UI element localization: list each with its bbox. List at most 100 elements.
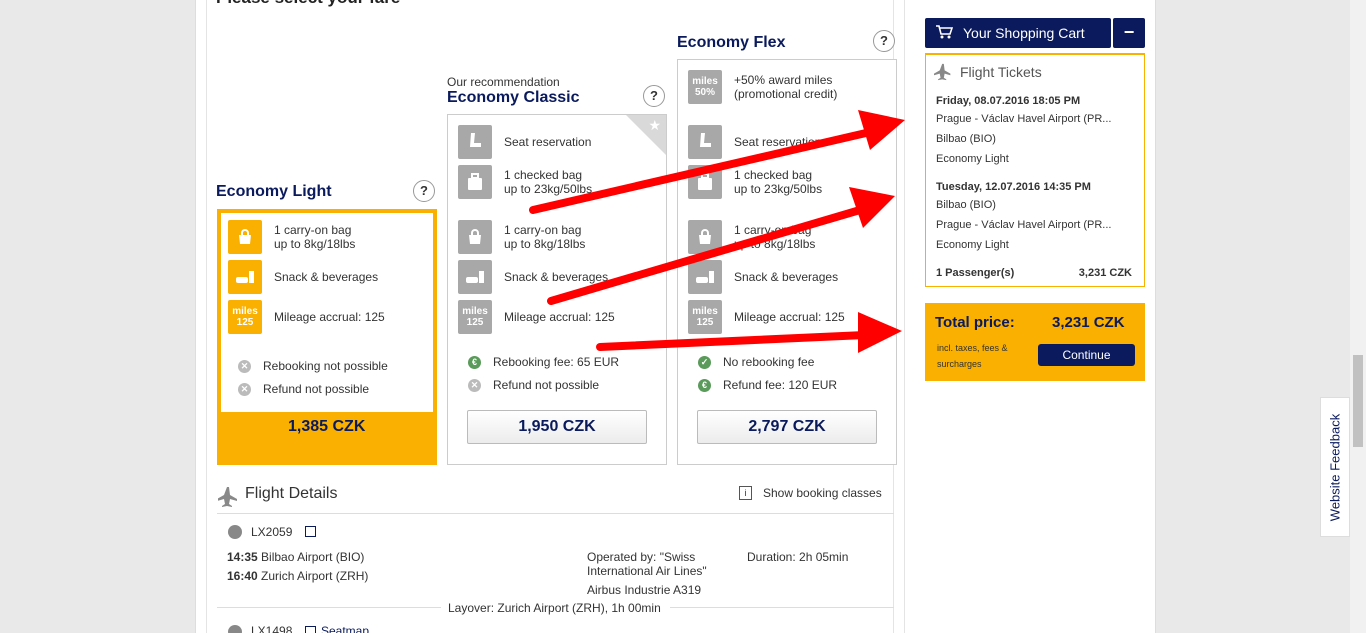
flight-number: LX2059 <box>251 525 293 539</box>
feature-snack: Snack & beverages <box>688 260 838 294</box>
feature-award-miles: miles 50% +50% award miles (promotional … <box>688 70 837 104</box>
feature-label: Mileage accrual: 125 <box>274 310 385 324</box>
website-feedback-tab[interactable]: Website Feedback <box>1320 397 1350 537</box>
recommendation-label: Our recommendation <box>447 75 560 89</box>
shopping-cart-header[interactable]: Your Shopping Cart <box>925 18 1111 48</box>
inbound-from: Bilbao (BIO) <box>936 199 996 211</box>
seat-icon <box>688 125 722 159</box>
fare-card-economy-flex[interactable]: miles 50% +50% award miles (promotional … <box>677 59 897 465</box>
seatmap-icon <box>305 526 316 537</box>
select-fare-button[interactable]: 2,797 CZK <box>697 410 877 444</box>
condition-rebooking: € Rebooking fee: 65 EUR <box>468 355 619 369</box>
arrival-time: 16:40 <box>227 569 258 583</box>
seatmap-link[interactable]: Seatmap <box>321 624 369 633</box>
info-icon: i <box>739 486 752 500</box>
bag-icon <box>688 220 722 254</box>
suitcase-icon <box>458 165 492 199</box>
miles-badge-icon: miles 125 <box>228 300 262 334</box>
feature-label: 1 checked bag up to 23kg/50lbs <box>504 168 593 196</box>
layover-info: Layover: Zurich Airport (ZRH), 1h 00min <box>448 601 661 615</box>
miles-badge-icon: miles 125 <box>458 300 492 334</box>
condition-rebooking: ✕ Rebooking not possible <box>238 359 388 373</box>
divider <box>670 607 894 608</box>
continue-button[interactable]: Continue <box>1038 344 1135 366</box>
feature-label: 1 checked bag up to 23kg/50lbs <box>734 168 823 196</box>
inbound-date: Tuesday, 12.07.2016 14:35 PM <box>936 181 1091 193</box>
cart-icon <box>935 24 954 43</box>
select-fare-button[interactable]: 1,950 CZK <box>467 410 647 444</box>
condition-rebooking: ✓ No rebooking fee <box>698 355 814 369</box>
feature-label: Seat reservation <box>504 135 592 149</box>
outbound-to: Bilbao (BIO) <box>936 133 996 145</box>
suitcase-icon <box>688 165 722 199</box>
condition-label: Refund not possible <box>493 378 600 392</box>
euro-icon: € <box>698 378 711 392</box>
fare-card-economy-classic[interactable]: ★ Seat reservation 1 checked bag up to 2… <box>447 114 667 465</box>
flight-tickets-title: Flight Tickets <box>960 64 1042 80</box>
bag-icon <box>458 220 492 254</box>
feature-label: Mileage accrual: 125 <box>734 310 845 324</box>
feature-label: 1 carry-on bag up to 8kg/18lbs <box>274 223 356 251</box>
sidebar-divider <box>904 0 905 633</box>
condition-refund: € Refund fee: 120 EUR <box>698 378 837 392</box>
feature-label: Mileage accrual: 125 <box>504 310 615 324</box>
fare-price[interactable]: 1,385 CZK <box>288 418 365 436</box>
help-icon[interactable]: ? <box>643 85 665 107</box>
star-icon: ★ <box>648 117 661 133</box>
feature-label: Snack & beverages <box>504 270 609 284</box>
condition-label: Rebooking not possible <box>263 359 388 373</box>
outbound-fare: Economy Light <box>936 153 1009 165</box>
operated-by: Operated by: "Swiss International Air Li… <box>587 550 707 578</box>
bag-icon <box>228 220 262 254</box>
fare-title-economy-light: Economy Light <box>216 183 332 200</box>
feature-label: Snack & beverages <box>274 270 379 284</box>
cross-icon: ✕ <box>238 359 251 373</box>
outbound-date: Friday, 08.07.2016 18:05 PM <box>936 95 1081 107</box>
euro-icon: € <box>468 355 481 369</box>
aircraft-type: Airbus Industrie A319 <box>587 583 702 597</box>
plane-circle-icon <box>228 525 242 539</box>
divider <box>217 607 441 608</box>
seat-icon <box>458 125 492 159</box>
feature-snack: Snack & beverages <box>458 260 608 294</box>
help-icon[interactable]: ? <box>873 30 895 52</box>
shopping-cart-title: Your Shopping Cart <box>963 25 1085 41</box>
miles-badge-icon: miles 50% <box>688 70 722 104</box>
collapse-cart-button[interactable]: − <box>1113 18 1145 48</box>
page-scrollbar[interactable] <box>1350 0 1366 633</box>
miles-badge-label: miles 125 <box>232 306 258 328</box>
cross-icon: ✕ <box>238 382 251 396</box>
fare-title-economy-flex: Economy Flex <box>677 34 786 51</box>
total-price-label: Total price: <box>935 314 1015 331</box>
departure-airport: Bilbao Airport (BIO) <box>261 550 365 564</box>
condition-label: No rebooking fee <box>723 355 815 369</box>
scrollbar-thumb[interactable] <box>1353 355 1363 447</box>
feature-label: Seat reservation <box>734 135 822 149</box>
arrival-airport: Zurich Airport (ZRH) <box>261 569 369 583</box>
feature-miles: miles 125 Mileage accrual: 125 <box>228 300 385 334</box>
snack-icon <box>228 260 262 294</box>
help-icon[interactable]: ? <box>413 180 435 202</box>
cross-icon: ✕ <box>468 378 481 392</box>
page-title: Please select your fare <box>216 0 400 8</box>
feature-checked-bag: 1 checked bag up to 23kg/50lbs <box>458 165 592 199</box>
fare-card-economy-light[interactable]: 1 carry-on bag up to 8kg/18lbs Snack & b… <box>217 209 437 465</box>
seatmap-icon <box>305 626 316 633</box>
inbound-fare: Economy Light <box>936 239 1009 251</box>
miles-badge-label: miles 125 <box>692 306 718 328</box>
plane-circle-icon <box>228 625 242 633</box>
departure-time: 14:35 <box>227 550 258 564</box>
fare-title-economy-classic: Economy Classic <box>447 89 580 106</box>
total-price-value: 3,231 CZK <box>1052 314 1125 331</box>
total-price-panel: Total price: 3,231 CZK incl. taxes, fees… <box>925 303 1145 381</box>
fare-card-body: 1 carry-on bag up to 8kg/18lbs Snack & b… <box>221 213 433 412</box>
flight-details-title: Flight Details <box>245 485 338 502</box>
show-booking-classes-link[interactable]: Show booking classes <box>763 486 882 500</box>
divider <box>217 513 894 514</box>
condition-refund: ✕ Refund not possible <box>238 382 369 396</box>
airplane-icon <box>217 486 238 513</box>
feature-carry-on: 1 carry-on bag up to 8kg/18lbs <box>458 220 585 254</box>
condition-label: Refund fee: 120 EUR <box>723 378 838 392</box>
arrival-row: 16:40 Zurich Airport (ZRH) <box>227 569 368 583</box>
feature-label: 1 carry-on bag up to 8kg/18lbs <box>504 223 586 251</box>
